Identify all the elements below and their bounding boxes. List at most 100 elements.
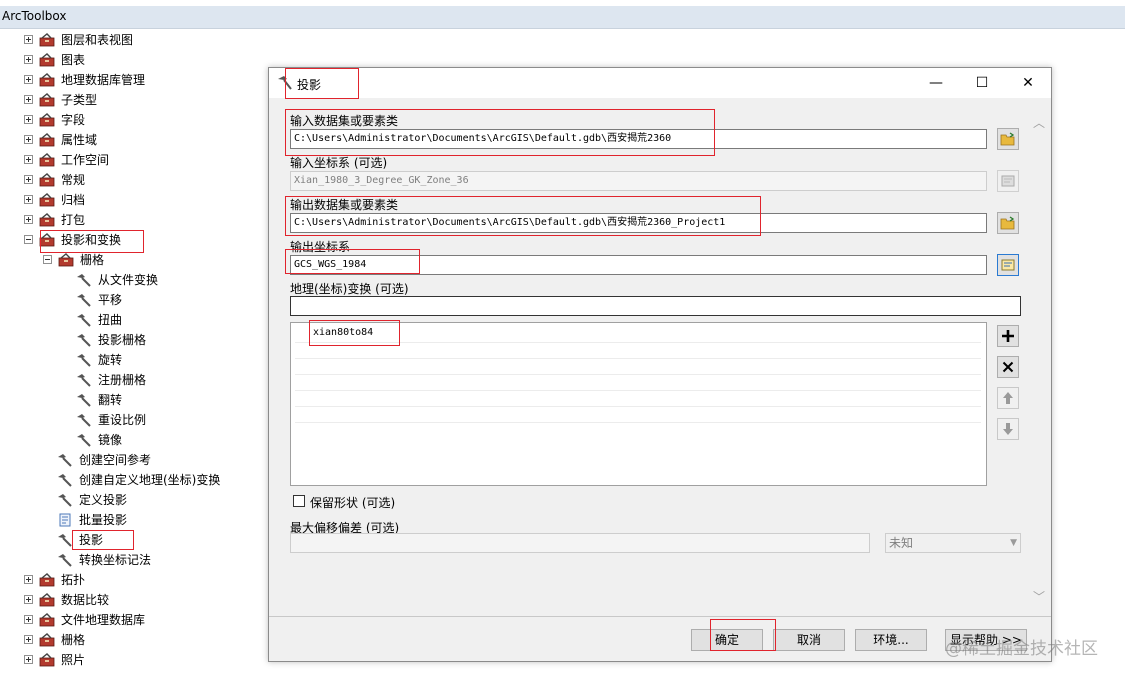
tree-node-label: 批量投影 — [79, 513, 128, 527]
tree-node-label: 扭曲 — [98, 313, 123, 327]
tree-node-label: 地理数据库管理 — [61, 73, 146, 87]
toolbox-icon — [39, 653, 55, 667]
hammer-icon — [58, 494, 72, 507]
toolbox-icon — [39, 33, 55, 47]
scroll-up-arrow[interactable]: ︿ — [1031, 114, 1047, 130]
tree-node-label: 从文件变换 — [98, 273, 159, 287]
toolbox-icon — [39, 213, 55, 227]
toolbox-icon — [39, 573, 55, 587]
tree-node-label: 数据比较 — [61, 593, 110, 607]
add-row-button[interactable] — [997, 325, 1019, 347]
toolbox-icon — [39, 153, 55, 167]
expand-icon[interactable] — [24, 595, 33, 604]
expand-icon[interactable] — [24, 75, 33, 84]
arctoolbox-title-bar: ArcToolbox — [0, 6, 1125, 29]
expand-icon[interactable] — [24, 135, 33, 144]
expand-icon[interactable] — [24, 35, 33, 44]
hammer-icon — [77, 394, 91, 407]
tree-node-label: 子类型 — [61, 93, 98, 107]
open-folder-icon — [1000, 132, 1015, 146]
expand-icon[interactable] — [24, 195, 33, 204]
hammer-icon — [77, 294, 91, 307]
window-title: ArcToolbox — [2, 9, 67, 23]
chevron-down-icon: ▼ — [1010, 538, 1017, 548]
toolbox-icon — [39, 593, 55, 607]
expand-icon[interactable] — [24, 55, 33, 64]
output-cs-field[interactable]: GCS_WGS_1984 — [290, 255, 987, 275]
cancel-button[interactable]: 取消 — [773, 629, 845, 651]
expand-icon[interactable] — [24, 155, 33, 164]
toolbox-icon — [39, 73, 55, 87]
hammer-icon — [77, 354, 91, 367]
move-up-button[interactable] — [997, 387, 1019, 409]
toolbox-icon — [39, 113, 55, 127]
project-dialog: 投影 — ☐ ✕ 输入数据集或要素类 C:\Users\Administrato… — [268, 67, 1052, 662]
tree-node-label: 注册栅格 — [98, 373, 147, 387]
maximize-button[interactable]: ☐ — [959, 68, 1005, 98]
preserve-shape-checkbox[interactable] — [293, 495, 305, 507]
x-icon — [1002, 361, 1014, 373]
tree-node-label: 文件地理数据库 — [61, 613, 146, 627]
hammer-icon — [77, 414, 91, 427]
tree-node-label: 创建空间参考 — [79, 453, 152, 467]
tree-node-label: 镜像 — [98, 433, 123, 447]
output-cs-label: 输出坐标系 — [290, 240, 351, 254]
hammer-icon — [58, 554, 72, 567]
output-dataset-label: 输出数据集或要素类 — [290, 198, 399, 212]
tree-node-label: 字段 — [61, 113, 86, 127]
input-dataset-field[interactable]: C:\Users\Administrator\Documents\ArcGIS\… — [290, 129, 987, 149]
tree-node-label: 平移 — [98, 293, 123, 307]
scroll-down-arrow[interactable]: ﹀ — [1031, 588, 1047, 604]
remove-row-button[interactable] — [997, 356, 1019, 378]
watermark: @稀土掘金技术社区 — [945, 639, 1098, 659]
spatial-reference-icon — [1001, 175, 1015, 187]
list-gridline — [295, 422, 981, 423]
tree-node-label: 投影和变换 — [61, 233, 122, 247]
collapse-icon[interactable] — [24, 235, 33, 244]
expand-icon[interactable] — [24, 95, 33, 104]
tree-node-label: 栅格 — [80, 253, 105, 267]
arrow-down-icon — [1003, 423, 1013, 435]
script-icon — [59, 513, 71, 527]
hammer-icon — [77, 314, 91, 327]
environments-button[interactable]: 环境... — [855, 629, 927, 651]
transform-list[interactable]: xian80to84 — [290, 322, 987, 486]
output-dataset-browse-button[interactable] — [997, 212, 1019, 234]
close-button[interactable]: ✕ — [1005, 68, 1051, 98]
tree-node-label: 投影 — [79, 533, 104, 547]
max-offset-unit-value: 未知 — [889, 536, 914, 550]
dialog-title-bar: 投影 — ☐ ✕ — [269, 68, 1051, 98]
hammer-icon — [278, 76, 292, 90]
hammer-icon — [58, 534, 72, 547]
tree-node-label: 拓扑 — [61, 573, 86, 587]
output-dataset-field[interactable]: C:\Users\Administrator\Documents\ArcGIS\… — [290, 213, 987, 233]
input-dataset-browse-button[interactable] — [997, 128, 1019, 150]
plus-icon — [1002, 330, 1014, 342]
footer-divider — [269, 616, 1051, 617]
ok-button[interactable]: 确定 — [691, 629, 763, 651]
toolbox-tree: 图层和表视图 图表 地理数据库管理 子类型 字段 属性域 工作空间 常规 归档 打包 投影和变换 栅格… — [0, 30, 268, 675]
minimize-button[interactable]: — — [913, 68, 959, 98]
collapse-icon[interactable] — [43, 255, 52, 264]
expand-icon[interactable] — [24, 655, 33, 664]
open-folder-icon — [1000, 216, 1015, 230]
list-item[interactable]: xian80to84 — [313, 327, 373, 338]
max-offset-unit-select: 未知 ▼ — [885, 533, 1021, 553]
expand-icon[interactable] — [24, 175, 33, 184]
expand-icon[interactable] — [24, 635, 33, 644]
list-gridline — [295, 358, 981, 359]
move-down-button[interactable] — [997, 418, 1019, 440]
tree-node-label: 投影栅格 — [98, 333, 147, 347]
max-offset-field — [290, 533, 870, 553]
geo-transform-field[interactable] — [290, 296, 1021, 316]
hammer-icon — [58, 474, 72, 487]
input-dataset-label: 输入数据集或要素类 — [290, 114, 399, 128]
expand-icon[interactable] — [24, 215, 33, 224]
expand-icon[interactable] — [24, 615, 33, 624]
tree-node-label: 旋转 — [98, 353, 123, 367]
expand-icon[interactable] — [24, 575, 33, 584]
output-cs-button[interactable] — [997, 254, 1019, 276]
toolbox-icon — [39, 233, 55, 247]
tree-node-label: 转换坐标记法 — [79, 553, 152, 567]
expand-icon[interactable] — [24, 115, 33, 124]
